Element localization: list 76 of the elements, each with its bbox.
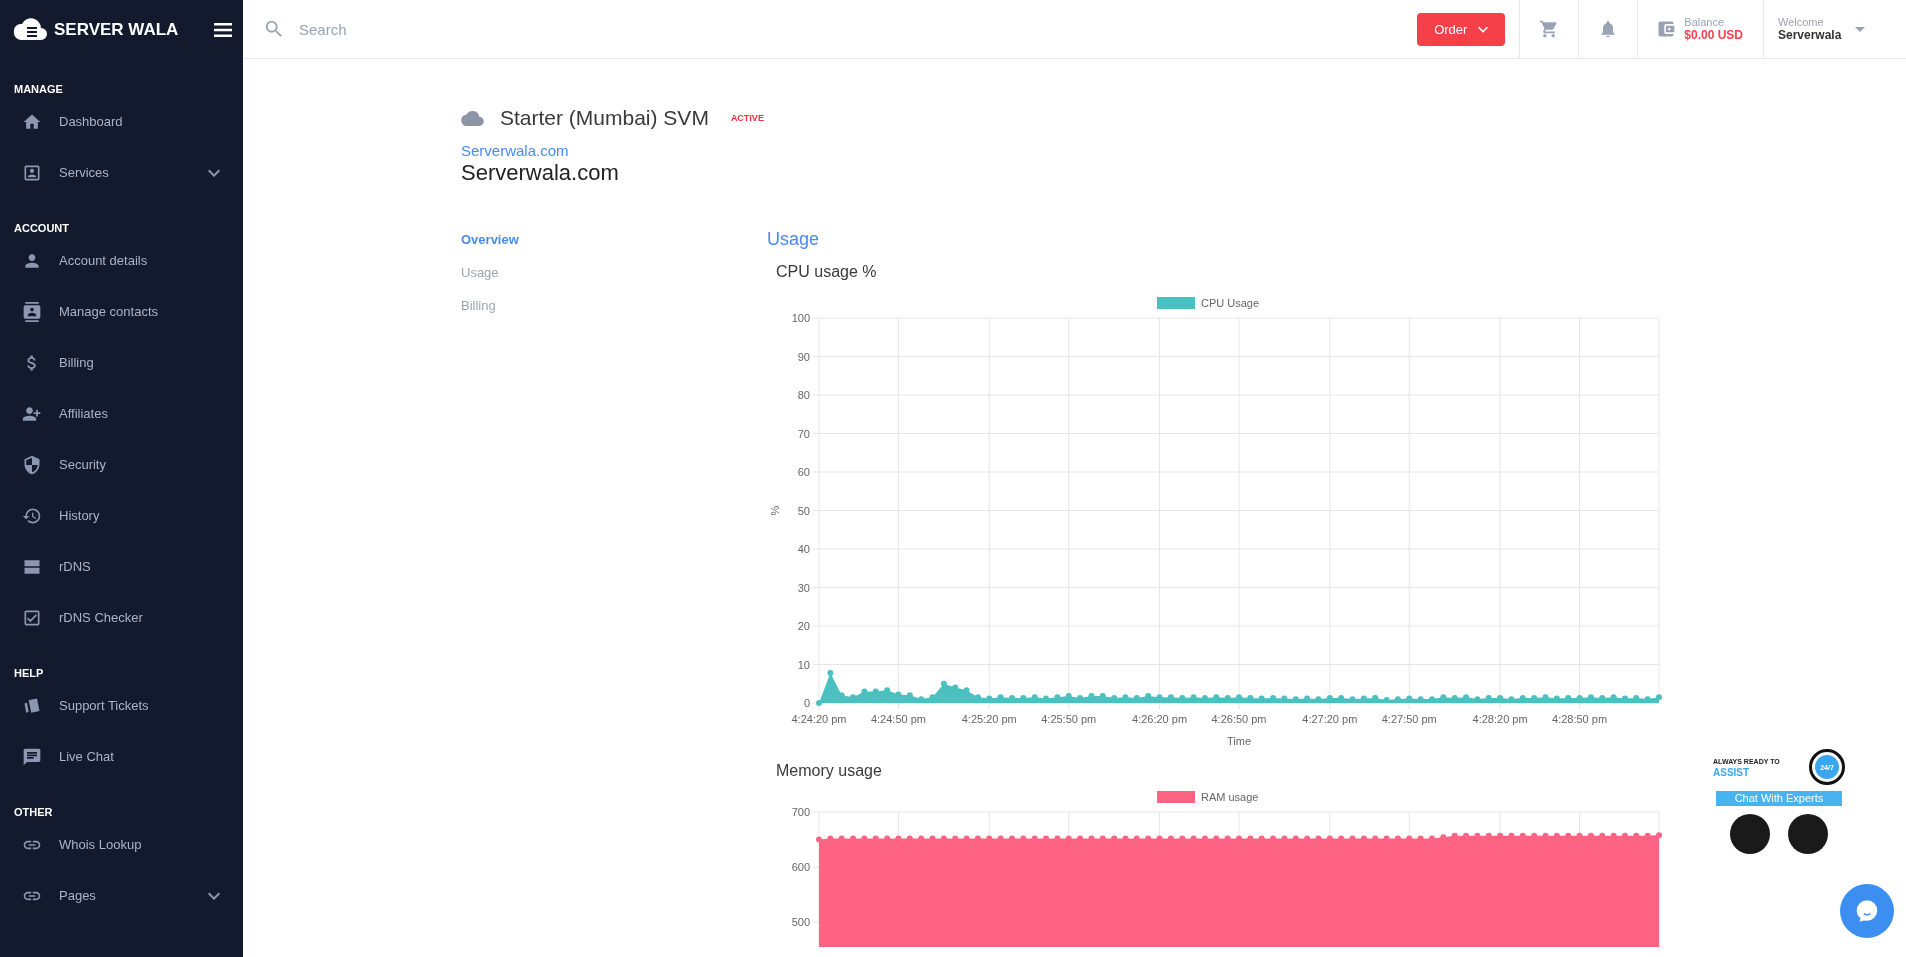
- caret-icon: [1855, 26, 1866, 32]
- welcome-label: Welcome: [1778, 16, 1825, 29]
- axis-tick-label: 4:28:20 pm: [1472, 713, 1528, 725]
- shield-icon: [22, 454, 42, 475]
- axis-tick-label: 4:27:20 pm: [1302, 713, 1358, 725]
- axis-tick-label: 4:24:20 pm: [791, 713, 847, 725]
- service-title: Starter (Mumbai) SVM: [500, 106, 709, 130]
- axis-tick-label: 90: [797, 350, 810, 363]
- status-label: ACTIVE: [730, 113, 764, 123]
- sidebar-item[interactable]: rDNS: [0, 541, 243, 592]
- brand-name: SERVER WALA: [54, 19, 179, 40]
- sidebar-item[interactable]: Pages: [0, 870, 243, 921]
- legend-swatch: [1157, 297, 1195, 309]
- menu-icon[interactable]: [214, 22, 233, 37]
- contacts-icon: [22, 301, 42, 322]
- axis-tick-label: 50: [797, 504, 810, 517]
- axis-title: Time: [1227, 735, 1251, 747]
- sidebar-item[interactable]: Affiliates: [0, 388, 243, 439]
- sidebar-item[interactable]: Services: [0, 147, 243, 198]
- legend-label: RAM usage: [1201, 791, 1259, 803]
- sidebar-item[interactable]: Support Tickets: [0, 680, 243, 731]
- chat-button[interactable]: [1840, 884, 1894, 938]
- axis-tick-label: 20: [797, 620, 810, 632]
- axis-tick-label: 4:26:50 pm: [1211, 713, 1267, 725]
- axis-tick-label: 600: [791, 861, 810, 874]
- wallet-icon: [1656, 19, 1677, 39]
- promo-highlight: ASSIST: [1713, 767, 1751, 778]
- search-icon: [263, 18, 285, 40]
- order-button[interactable]: Order: [1417, 12, 1506, 46]
- axis-tick-label: 100: [791, 312, 810, 324]
- avatar: [1788, 814, 1828, 854]
- user-menu[interactable]: Welcome Serverwala: [1764, 0, 1906, 58]
- sidebar-item[interactable]: History: [0, 490, 243, 541]
- chart-title: CPU usage %: [776, 263, 877, 281]
- section-heading: MANAGE: [13, 82, 64, 96]
- chevron-down-icon: [1478, 25, 1489, 33]
- avatar: [1730, 814, 1770, 854]
- chat-bubble-icon: [1854, 898, 1880, 924]
- user-name: Serverwala: [1778, 29, 1842, 42]
- axis-tick-label: 4:26:20 pm: [1132, 713, 1188, 725]
- axis-tick-label: 4:24:50 pm: [870, 713, 926, 725]
- axis-tick-label: 30: [797, 581, 810, 594]
- sidebar-item[interactable]: Live Chat: [0, 731, 243, 782]
- domain-name: Serverwala.com: [461, 160, 620, 186]
- axis-tick-label: 500: [791, 916, 810, 929]
- sidebar-item[interactable]: Whois Lookup: [0, 819, 243, 870]
- axis-tick-label: 4:28:50 pm: [1552, 713, 1608, 725]
- chart-title: Memory usage: [776, 762, 882, 780]
- section-heading: ACCOUNT: [13, 221, 70, 235]
- section-heading: HELP: [13, 666, 45, 680]
- axis-tick-label: 60: [797, 466, 810, 478]
- axis-tick-label: 80: [797, 389, 810, 401]
- axis-tick-label: 70: [797, 427, 810, 440]
- sidebar-item[interactable]: rDNS Checker: [0, 592, 243, 643]
- sidebar-item[interactable]: Account details: [0, 235, 243, 286]
- cloud-logo-icon: [12, 17, 48, 42]
- sidebar-item[interactable]: Manage contacts: [0, 286, 243, 337]
- axis-tick-label: 4:25:20 pm: [961, 713, 1017, 725]
- sidebar-item[interactable]: Billing: [0, 337, 243, 388]
- sidebar-item[interactable]: Security: [0, 439, 243, 490]
- legend-label: CPU Usage: [1201, 297, 1260, 309]
- balance-label: Balance: [1684, 16, 1726, 29]
- balance-amount: $0.00 USD: [1684, 29, 1743, 42]
- section-heading: OTHER: [13, 805, 54, 819]
- axis-tick-label: 10: [797, 658, 810, 671]
- axis-tick-label: 4:25:50 pm: [1041, 713, 1097, 725]
- legend-swatch: [1157, 791, 1195, 803]
- cloud-icon: [461, 110, 484, 126]
- axis-tick-label: 0: [803, 697, 810, 709]
- axis-tick-label: 40: [797, 543, 810, 555]
- axis-tick-label: 700: [791, 806, 810, 818]
- chat-icon: [22, 746, 42, 767]
- axis-title: %: [769, 505, 781, 516]
- axis-tick-label: 4:27:50 pm: [1381, 713, 1437, 725]
- usage-heading: Usage: [767, 229, 820, 250]
- sidebar-item[interactable]: Dashboard: [0, 96, 243, 147]
